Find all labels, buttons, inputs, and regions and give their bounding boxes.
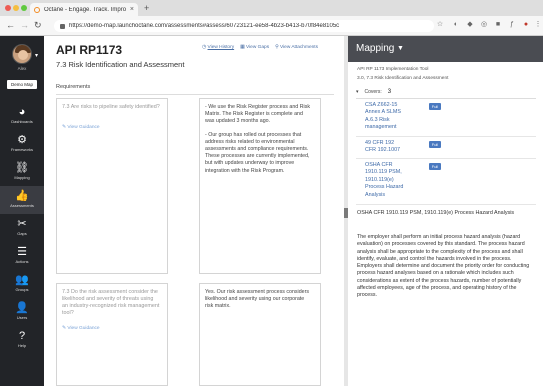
user-name: Alex	[17, 66, 27, 71]
url-input[interactable]: https://demo-map.launchoctane.com/assess…	[54, 20, 434, 32]
sidebar-item-groups[interactable]: 👥 Groups	[0, 270, 44, 298]
url-text: https://demo-map.launchoctane.com/assess…	[69, 23, 340, 29]
requirement-question-card[interactable]: 7.3 Are risks to pipeline safety identif…	[56, 98, 168, 274]
coverage-badge: Full	[429, 103, 441, 110]
sidebar-item-assessments[interactable]: 👍 Assessments	[0, 186, 44, 214]
profile-icon[interactable]: ●	[522, 21, 530, 29]
extension-icon[interactable]: ◎	[480, 21, 488, 29]
sidebar-item-frameworks[interactable]: ⚙ Frameworks	[0, 130, 44, 158]
mapping-link[interactable]: CSA Z662-15 Annex A SLMS A.6.3 Risk mana…	[365, 102, 401, 132]
pie-chart-icon: ◕	[18, 106, 26, 118]
gears-icon: ⚙	[17, 134, 27, 146]
page-title: API RP1173	[56, 43, 123, 57]
sidebar-item-help[interactable]: ? Help	[0, 326, 44, 354]
divider	[356, 204, 536, 205]
chevron-down-icon[interactable]: ▾	[35, 52, 38, 59]
paperclip-icon: ⚲	[275, 45, 279, 50]
close-window-button[interactable]	[5, 5, 11, 11]
user-icon: 👤	[15, 302, 29, 314]
extension-icon[interactable]: ƒ	[508, 21, 516, 29]
chevron-down-icon[interactable]: ▾	[356, 89, 359, 95]
browser-tab-title: Octane - Engage. Track. Impro	[44, 6, 127, 13]
covers-filter[interactable]: ▾ Covers: 3	[356, 89, 391, 95]
bookmark-star-icon[interactable]: ☆	[436, 21, 444, 29]
minimize-window-button[interactable]	[13, 5, 19, 11]
requirement-response-card[interactable]: Yes. Our risk assessment process conside…	[199, 283, 321, 386]
response-text[interactable]: - We use the Risk Register process and R…	[205, 104, 311, 181]
page-subtitle: 7.3 Risk Identification and Assessment	[56, 60, 185, 69]
extension-icon[interactable]: ◐	[452, 21, 460, 29]
extension-icon[interactable]: ◆	[466, 21, 474, 29]
browser-tab-bar: Octane - Engage. Track. Impro × +	[0, 0, 543, 16]
view-guidance-link[interactable]: ✎ View Guidance	[62, 326, 100, 331]
requirement-question: 7.3 Are risks to pipeline safety identif…	[62, 104, 160, 110]
response-text[interactable]: Yes. Our risk assessment process conside…	[205, 289, 311, 317]
reload-icon[interactable]: ↻	[34, 20, 42, 31]
maximize-window-button[interactable]	[21, 5, 27, 11]
view-attachments-link[interactable]: ⚲ View Attachments	[275, 45, 318, 50]
guidance-icon: ✎	[62, 326, 67, 331]
network-icon: ⛓	[15, 162, 29, 174]
extension-icon[interactable]: ■	[494, 21, 502, 29]
sidebar-item-mapping[interactable]: ⛓ Mapping	[0, 158, 44, 186]
mapping-source: API RP 1173 Implementation Tool	[357, 67, 429, 72]
mapping-panel-title: Mapping	[356, 43, 395, 54]
app-sidebar: ▾ Alex Demo Map ◕ Dashboards ⚙ Framework…	[0, 36, 44, 386]
requirement-question-card[interactable]: 7.3 Do the risk assessment consider the …	[56, 283, 168, 386]
clock-icon: ◷	[202, 45, 207, 50]
covers-count: 3	[387, 89, 392, 95]
coverage-badge: Full	[429, 141, 441, 148]
guidance-icon: ✎	[62, 125, 67, 130]
mapping-link[interactable]: OSHA CFR 1910.119 PSM, 1910.119(e) Proce…	[365, 162, 403, 199]
browser-address-bar: ← → ↻ https://demo-map.launchoctane.com/…	[0, 16, 543, 36]
chevron-down-icon[interactable]: ▼	[397, 45, 404, 52]
question-icon: ?	[18, 330, 26, 342]
reference-title: OSHA CFR 1910.119 PSM, 1910.119(e) Proce…	[357, 210, 515, 216]
view-guidance-link[interactable]: ✎ View Guidance	[62, 125, 100, 130]
mapping-section: 3.0, 7.3 Risk Identification and Assessm…	[357, 76, 449, 81]
view-gaps-link[interactable]: ▦ View Gaps	[240, 45, 269, 50]
forward-icon[interactable]: →	[20, 20, 29, 30]
mapping-panel: Mapping ▼ API RP 1173 Implementation Too…	[348, 36, 543, 386]
sidebar-item-users[interactable]: 👤 Users	[0, 298, 44, 326]
requirement-question: 7.3 Do the risk assessment consider the …	[62, 289, 160, 316]
sidebar-item-dashboards[interactable]: ◕ Dashboards	[0, 102, 44, 130]
covers-label: Covers:	[364, 89, 382, 95]
new-tab-icon[interactable]: +	[144, 3, 149, 13]
reference-text: The employer shall perform an initial pr…	[357, 234, 530, 299]
requirement-response-card[interactable]: - We use the Risk Register process and R…	[199, 98, 321, 274]
browser-tab[interactable]: Octane - Engage. Track. Impro ×	[30, 3, 138, 16]
coverage-badge: Full	[429, 163, 441, 170]
mapping-panel-header[interactable]: Mapping ▼	[348, 36, 543, 62]
divider	[356, 136, 536, 137]
divider	[356, 98, 536, 99]
sidebar-item-gaps[interactable]: ✂ Gaps	[0, 214, 44, 242]
view-history-link[interactable]: ◷ View History	[202, 45, 234, 50]
divider	[356, 158, 536, 159]
close-tab-icon[interactable]: ×	[130, 6, 134, 13]
requirements-label: Requirements	[56, 84, 91, 90]
group-icon: 👥	[15, 274, 29, 286]
grid-icon: ▦	[240, 45, 245, 50]
assessment-main: API RP1173 7.3 Risk Identification and A…	[44, 36, 344, 386]
sidebar-item-actions[interactable]: ☰ Actions	[0, 242, 44, 270]
demo-map-button[interactable]: Demo Map	[7, 80, 37, 89]
view-links: ◷ View History ▦ View Gaps ⚲ View Attach…	[202, 45, 318, 50]
scissors-icon: ✂	[17, 218, 27, 230]
octane-favicon-icon	[34, 6, 40, 13]
list-icon: ☰	[17, 246, 27, 258]
mapping-link[interactable]: 49 CFR 192 CFR 192.1007	[365, 140, 400, 155]
browser-menu-icon[interactable]: ⋮	[534, 21, 542, 29]
thumbs-up-icon: 👍	[15, 190, 29, 202]
avatar[interactable]	[12, 44, 32, 64]
lock-icon	[60, 23, 65, 29]
back-icon[interactable]: ←	[6, 20, 15, 30]
divider	[56, 94, 334, 95]
